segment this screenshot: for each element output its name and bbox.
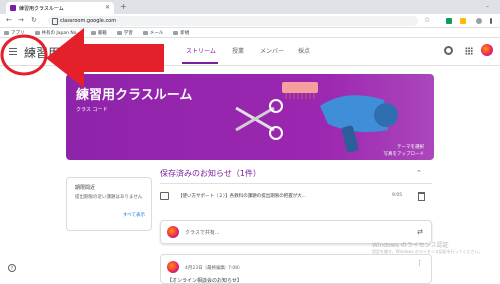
highlight-circle — [0, 34, 48, 76]
pointer-arrow-icon — [46, 28, 164, 88]
red-annotation-overlay — [0, 28, 164, 88]
